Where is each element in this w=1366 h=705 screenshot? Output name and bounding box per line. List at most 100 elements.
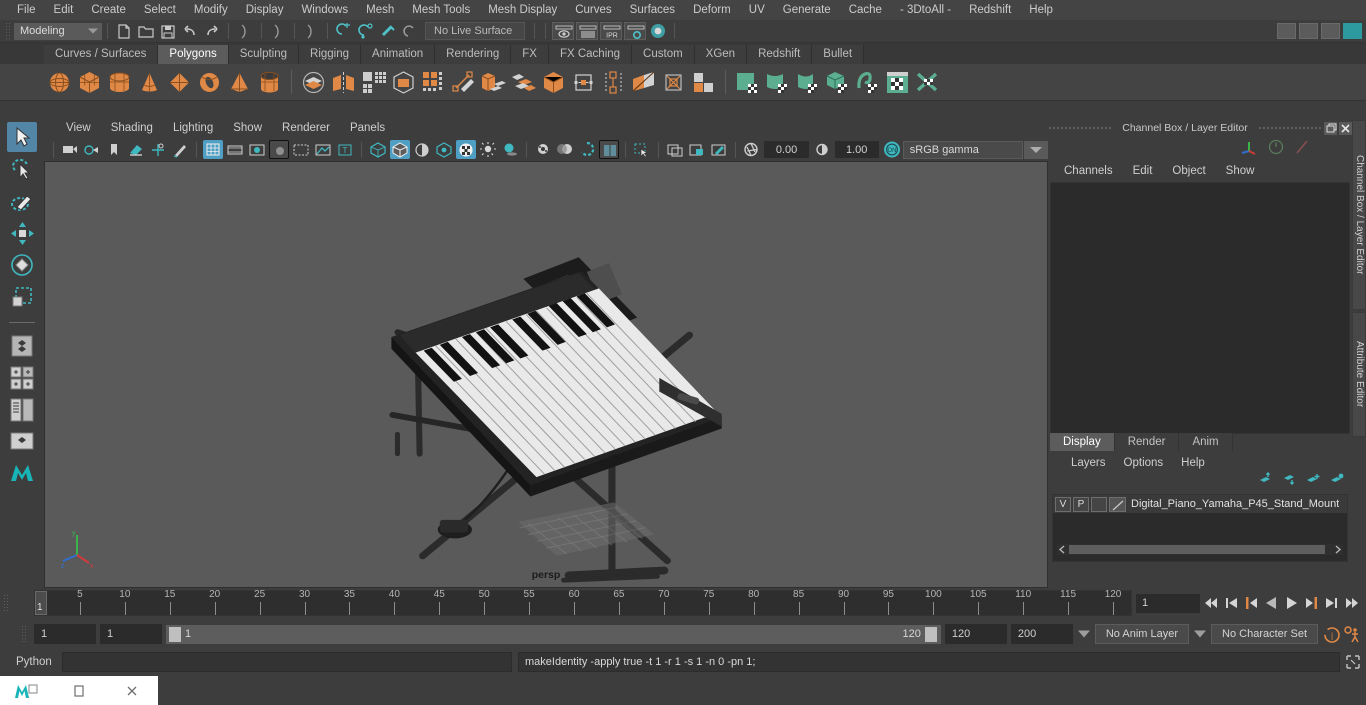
menu-help[interactable]: Help: [1020, 2, 1062, 18]
animation-end-time-field[interactable]: 200: [1010, 624, 1073, 644]
color-space-chevron-down-icon[interactable]: [1024, 140, 1048, 159]
resolution-gate-icon[interactable]: [247, 140, 267, 159]
snap-to-grid-icon[interactable]: [334, 22, 354, 41]
panel-close-icon[interactable]: [1339, 121, 1352, 135]
anti-aliasing-icon[interactable]: [577, 140, 597, 159]
show-hide-channel-box-icon[interactable]: [1277, 23, 1296, 39]
layout-single-pane[interactable]: [7, 363, 37, 393]
exposure-field[interactable]: 0.00: [764, 141, 809, 158]
current-frame-field[interactable]: 1: [1136, 593, 1200, 613]
step-back-keyframe-icon[interactable]: [1223, 594, 1240, 612]
layout-two-pane-side[interactable]: [7, 427, 37, 457]
menu-mesh-tools[interactable]: Mesh Tools: [403, 2, 479, 18]
new-layer-from-selected-icon[interactable]: [1306, 472, 1320, 486]
poly-torus-icon[interactable]: [196, 69, 223, 96]
menu-set-selector[interactable]: Modeling: [14, 22, 102, 40]
shelf-tab-fx[interactable]: FX: [511, 45, 549, 64]
select-by-object-icon[interactable]: [268, 22, 288, 41]
camera-attributes-icon[interactable]: [82, 140, 102, 159]
play-forwards-icon[interactable]: [1283, 594, 1300, 612]
new-layer-icon[interactable]: [1330, 472, 1344, 486]
viewport-menu-renderer[interactable]: Renderer: [272, 121, 340, 135]
rotate-tool[interactable]: [7, 250, 37, 280]
new-scene-icon[interactable]: [114, 22, 134, 41]
select-by-component-icon[interactable]: [301, 22, 321, 41]
menu-windows[interactable]: Windows: [292, 2, 357, 18]
tab-anim[interactable]: Anim: [1179, 433, 1233, 451]
ipr-render-icon[interactable]: IPR: [600, 22, 622, 40]
scrollbar-thumb[interactable]: [1069, 545, 1325, 554]
table-row[interactable]: V P Digital_Piano_Yamaha_P45_Stand_Mount: [1053, 495, 1347, 513]
poly-cylinder-icon[interactable]: [106, 69, 133, 96]
image-plane-icon[interactable]: [126, 140, 146, 159]
gate-mask-icon[interactable]: [268, 140, 289, 159]
extrude-icon[interactable]: [480, 69, 507, 96]
statusbar-grip[interactable]: [5, 22, 11, 40]
grease-pencil-icon[interactable]: [170, 140, 190, 159]
script-editor-icon[interactable]: [1344, 653, 1362, 671]
character-set-chevron-down-icon[interactable]: [1193, 625, 1207, 643]
side-tab-attribute-editor[interactable]: Attribute Editor: [1352, 312, 1366, 437]
shelf-tab-redshift[interactable]: Redshift: [747, 45, 813, 64]
menu-surfaces[interactable]: Surfaces: [621, 2, 684, 18]
step-back-frame-icon[interactable]: [1243, 594, 1260, 612]
render-region-icon[interactable]: [576, 22, 598, 40]
menu-select[interactable]: Select: [135, 2, 185, 18]
isolate-select-icon[interactable]: [598, 140, 619, 159]
menu-mesh-display[interactable]: Mesh Display: [479, 2, 566, 18]
create-poly-icon[interactable]: [450, 69, 477, 96]
shaded-wireframe-icon[interactable]: [412, 140, 432, 159]
step-forward-frame-icon[interactable]: [1303, 594, 1320, 612]
color-space-selector[interactable]: sRGB gamma: [902, 140, 1024, 159]
grid-toggle-icon[interactable]: [202, 140, 223, 159]
snap-to-point-icon[interactable]: [378, 22, 398, 41]
window-close-icon[interactable]: [105, 676, 158, 705]
two-d-pan-zoom-icon[interactable]: [148, 140, 168, 159]
select-highlight-icon[interactable]: [632, 140, 652, 159]
playback-start-time-field[interactable]: 1: [100, 624, 162, 644]
move-layer-up-icon[interactable]: [1258, 472, 1272, 486]
redo-icon[interactable]: [202, 22, 222, 41]
shelf-tab-xgen[interactable]: XGen: [694, 45, 748, 64]
side-tab-channel-box[interactable]: Channel Box / Layer Editor: [1352, 120, 1366, 310]
animation-start-time-field[interactable]: 1: [34, 624, 96, 644]
shelf-tab-polygons[interactable]: Polygons: [158, 45, 229, 64]
menu-cache[interactable]: Cache: [840, 2, 891, 18]
poke-icon[interactable]: [690, 69, 717, 96]
panel-grip-right[interactable]: [1257, 125, 1322, 131]
poly-plane-icon[interactable]: [166, 69, 193, 96]
layer-menu-layers[interactable]: Layers: [1062, 456, 1115, 470]
manipulator-axis-icon[interactable]: [1240, 139, 1258, 158]
layout-four-pane[interactable]: [7, 395, 37, 425]
layer-list[interactable]: V P Digital_Piano_Yamaha_P45_Stand_Mount: [1052, 494, 1348, 562]
use-all-lights-icon[interactable]: [478, 140, 498, 159]
quad-draw-icon[interactable]: [420, 69, 447, 96]
tab-render[interactable]: Render: [1114, 433, 1180, 451]
xray-display-icon[interactable]: [313, 140, 333, 159]
menu-curves[interactable]: Curves: [566, 2, 620, 18]
viewport-menu-shading[interactable]: Shading: [101, 121, 163, 135]
show-hide-attribute-editor-icon[interactable]: [1299, 23, 1318, 39]
hypershade-icon[interactable]: [648, 22, 668, 41]
maya-app-icon[interactable]: [0, 676, 53, 705]
poly-pipe-icon[interactable]: [256, 69, 283, 96]
shadows-icon[interactable]: [500, 140, 520, 159]
range-slider-grip[interactable]: [21, 625, 27, 643]
layer-shading-toggle[interactable]: [1091, 496, 1107, 512]
uv-layout-icon[interactable]: [884, 69, 911, 96]
move-tool[interactable]: [7, 218, 37, 248]
smooth-shading-icon[interactable]: [389, 140, 410, 159]
anim-layer-selector[interactable]: No Anim Layer: [1094, 624, 1190, 644]
anim-layer-chevron-down-icon[interactable]: [1077, 625, 1091, 643]
uv-unfold-icon[interactable]: [854, 69, 881, 96]
film-gate-icon[interactable]: [225, 140, 245, 159]
panel-grip-left[interactable]: [1048, 125, 1113, 131]
gamma-field[interactable]: 1.00: [834, 141, 879, 158]
menu-edit[interactable]: Edit: [45, 2, 83, 18]
layer-visibility-toggle[interactable]: V: [1055, 496, 1071, 512]
move-layer-down-icon[interactable]: [1282, 472, 1296, 486]
command-input[interactable]: [62, 652, 512, 672]
combine-icon[interactable]: [300, 69, 327, 96]
menu-file[interactable]: File: [8, 2, 45, 18]
menu-generate[interactable]: Generate: [774, 2, 840, 18]
